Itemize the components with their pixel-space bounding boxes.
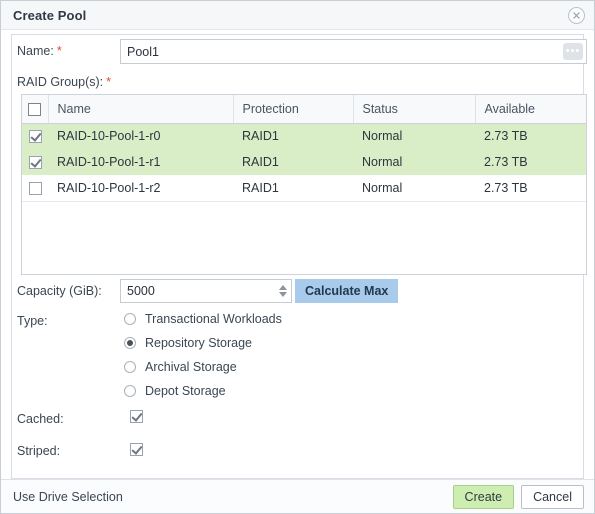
cell-status: Normal — [353, 123, 475, 149]
name-label: Name: * — [17, 44, 62, 58]
use-drive-selection-link[interactable]: Use Drive Selection — [13, 490, 123, 504]
ellipsis-icon[interactable]: ••• — [563, 43, 583, 60]
capacity-input[interactable] — [121, 280, 268, 302]
row-checkbox-cell[interactable] — [22, 175, 48, 202]
name-required-marker: * — [56, 44, 62, 58]
table-header-row: Name Protection Status Available — [22, 95, 586, 124]
radio-label: Repository Storage — [145, 336, 253, 350]
radio-icon[interactable] — [124, 361, 136, 373]
capacity-field — [120, 279, 292, 303]
radio-icon[interactable] — [124, 313, 136, 325]
cancel-button[interactable]: Cancel — [521, 485, 584, 509]
type-radio-group: Transactional Workloads Repository Stora… — [124, 307, 282, 403]
radio-icon[interactable] — [124, 385, 136, 397]
select-all-checkbox[interactable] — [28, 102, 42, 116]
dialog-title: Create Pool — [13, 7, 87, 23]
radio-repository-storage[interactable]: Repository Storage — [124, 331, 282, 355]
table-row[interactable]: RAID-10-Pool-1-r0 RAID1 Normal 2.73 TB — [22, 123, 586, 149]
striped-checkbox[interactable] — [130, 443, 143, 456]
table-row[interactable]: RAID-10-Pool-1-r1 RAID1 Normal 2.73 TB — [22, 149, 586, 175]
radio-transactional-workloads[interactable]: Transactional Workloads — [124, 307, 282, 331]
raid-groups-table: Name Protection Status Available RAID-10… — [21, 94, 587, 275]
caret-up-icon[interactable] — [278, 285, 287, 290]
select-all-header[interactable] — [22, 95, 49, 124]
row-checkbox[interactable] — [28, 130, 42, 144]
cell-available: 2.73 TB — [475, 175, 586, 202]
radio-depot-storage[interactable]: Depot Storage — [124, 379, 282, 403]
cell-name: RAID-10-Pool-1-r0 — [48, 123, 233, 149]
cached-label: Cached: — [17, 412, 64, 426]
capacity-label: Capacity (GiB): — [17, 284, 102, 298]
row-checkbox[interactable] — [28, 181, 42, 195]
radio-archival-storage[interactable]: Archival Storage — [124, 355, 282, 379]
cached-checkbox[interactable] — [130, 410, 143, 423]
raid-groups-label-text: RAID Group(s): — [17, 75, 104, 89]
cell-available: 2.73 TB — [475, 123, 586, 149]
radio-label: Archival Storage — [145, 360, 237, 374]
cell-protection: RAID1 — [233, 123, 353, 149]
column-header-name[interactable]: Name — [48, 95, 234, 124]
cell-status: Normal — [353, 149, 475, 175]
footer-buttons: Create Cancel — [452, 485, 584, 509]
cell-name: RAID-10-Pool-1-r1 — [48, 149, 233, 175]
radio-label: Depot Storage — [145, 384, 226, 398]
row-checkbox-cell[interactable] — [22, 123, 48, 149]
name-input[interactable] — [121, 40, 563, 63]
capacity-stepper[interactable] — [276, 282, 289, 300]
caret-down-icon[interactable] — [278, 292, 287, 297]
dialog-body: Name:* ••• RAID Group(s):* Name Protecti… — [11, 34, 587, 479]
cell-status: Normal — [353, 175, 475, 202]
row-checkbox[interactable] — [28, 156, 42, 170]
column-header-status[interactable]: Status — [353, 95, 476, 124]
raid-groups-required-marker: * — [106, 75, 112, 89]
raid-groups-label: RAID Group(s): * — [17, 75, 111, 89]
cell-protection: RAID1 — [233, 175, 353, 202]
radio-icon-selected[interactable] — [124, 337, 136, 349]
calculate-max-button[interactable]: Calculate Max — [295, 279, 399, 303]
create-button[interactable]: Create — [452, 485, 515, 509]
striped-label: Striped: — [17, 444, 61, 458]
radio-label: Transactional Workloads — [145, 312, 282, 326]
type-label: Type: — [17, 314, 48, 328]
cell-available: 2.73 TB — [475, 149, 586, 175]
name-label-text: Name: — [17, 44, 54, 58]
cell-name: RAID-10-Pool-1-r2 — [48, 175, 233, 202]
name-field: ••• — [120, 39, 587, 64]
cell-protection: RAID1 — [233, 149, 353, 175]
table-row[interactable]: RAID-10-Pool-1-r2 RAID1 Normal 2.73 TB — [22, 175, 586, 202]
dialog-titlebar: Create Pool — [1, 1, 594, 30]
close-icon[interactable] — [568, 7, 585, 24]
create-pool-dialog: Create Pool Name:* ••• RAID Group(s):* — [0, 0, 595, 514]
column-header-protection[interactable]: Protection — [233, 95, 354, 124]
column-header-available[interactable]: Available — [475, 95, 586, 124]
row-checkbox-cell[interactable] — [22, 149, 48, 175]
dialog-footer: Use Drive Selection Create Cancel — [1, 479, 594, 513]
